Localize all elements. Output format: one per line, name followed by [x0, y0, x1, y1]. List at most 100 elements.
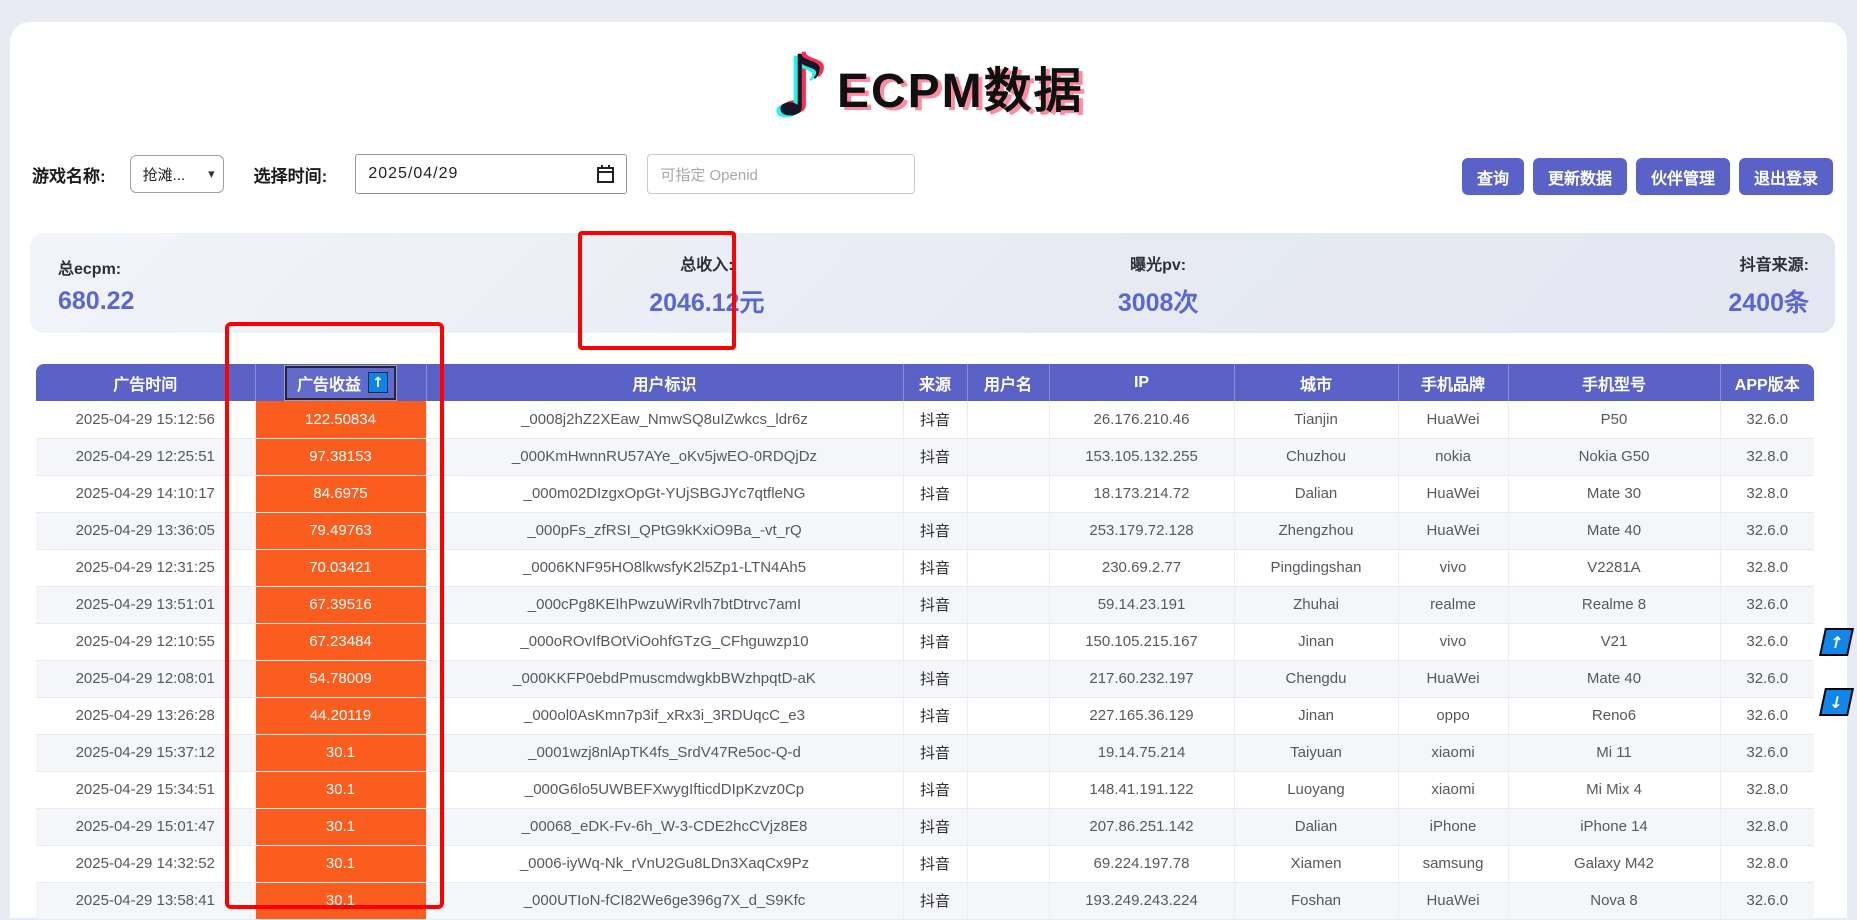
column-header-city: 城市	[1234, 364, 1398, 401]
cell-username	[967, 549, 1049, 586]
cell-app-version: 32.6.0	[1720, 623, 1814, 660]
cell-phone-brand: iPhone	[1398, 808, 1508, 845]
refresh-data-button[interactable]: 更新数据	[1533, 158, 1627, 195]
cell-app-version: 32.6.0	[1720, 660, 1814, 697]
table-header: 广告时间 广告收益 ↑ 用户标识 来源 用户名 IP 城市 手机品牌 手机型号 …	[36, 364, 1814, 401]
column-header-username: 用户名	[967, 364, 1049, 401]
cell-user-id: _00068_eDK-Fv-6h_W-3-CDE2hcCVjz8E8	[426, 808, 903, 845]
sort-label: 广告收益	[297, 371, 361, 395]
stat-label: 曝光pv:	[933, 251, 1384, 275]
column-header-ip: IP	[1049, 364, 1234, 401]
cell-source: 抖音	[903, 586, 967, 623]
cell-ad-time: 2025-04-29 15:01:47	[36, 808, 255, 845]
cell-app-version: 32.8.0	[1720, 845, 1814, 882]
cell-phone-model: iPhone 14	[1508, 808, 1720, 845]
sort-control[interactable]: 广告收益 ↑	[285, 366, 396, 400]
scroll-down-button[interactable]: ↓	[1819, 688, 1854, 716]
table-row: 2025-04-29 14:32:5230.1_0006-iyWq-Nk_rVn…	[36, 845, 1814, 882]
cell-ip: 153.105.132.255	[1049, 438, 1234, 475]
cell-ip: 227.165.36.129	[1049, 697, 1234, 734]
cell-ad-revenue: 30.1	[255, 808, 426, 845]
cell-user-id: _000KKFP0ebdPmuscmdwgkbBWzhpqtD-aK	[426, 660, 903, 697]
table-row: 2025-04-29 15:37:1230.1_0001wzj8nlApTK4f…	[36, 734, 1814, 771]
cell-user-id: _000oROvIfBOtViOohfGTzG_CFhguwzp10	[426, 623, 903, 660]
stat-label: 总ecpm:	[58, 255, 481, 279]
cell-ad-revenue: 97.38153	[255, 438, 426, 475]
query-button[interactable]: 查询	[1462, 158, 1524, 195]
cell-ip: 193.249.243.224	[1049, 882, 1234, 919]
cell-source: 抖音	[903, 882, 967, 919]
table-row: 2025-04-29 12:25:5197.38153_000KmHwnnRU5…	[36, 438, 1814, 475]
cell-ip: 18.173.214.72	[1049, 475, 1234, 512]
cell-phone-model: Reno6	[1508, 697, 1720, 734]
calendar-icon[interactable]	[597, 165, 614, 183]
column-header-phone-brand: 手机品牌	[1398, 364, 1508, 401]
table-row: 2025-04-29 12:08:0154.78009_000KKFP0ebdP…	[36, 660, 1814, 697]
table-row: 2025-04-29 13:26:2844.20119_000ol0AsKmn7…	[36, 697, 1814, 734]
game-select[interactable]: 抢滩... ▾	[130, 155, 224, 193]
cell-ad-time: 2025-04-29 12:10:55	[36, 623, 255, 660]
cell-ip: 230.69.2.77	[1049, 549, 1234, 586]
cell-username	[967, 734, 1049, 771]
table-row: 2025-04-29 13:51:0167.39516_000cPg8KEIhP…	[36, 586, 1814, 623]
cell-source: 抖音	[903, 845, 967, 882]
stat-total-revenue: 总收入: 2046.12元	[481, 247, 932, 319]
main-card: ♪ ECPM数据 游戏名称: 抢滩... ▾ 选择时间: 2025/04/29 …	[10, 22, 1847, 918]
cell-ad-time: 2025-04-29 13:26:28	[36, 697, 255, 734]
stat-value: 2046.12元	[481, 283, 932, 319]
logout-button[interactable]: 退出登录	[1739, 158, 1833, 195]
cell-phone-model: Mate 40	[1508, 660, 1720, 697]
cell-phone-brand: vivo	[1398, 623, 1508, 660]
cell-phone-model: Mate 30	[1508, 475, 1720, 512]
cell-user-id: _000cPg8KEIhPwzuWiRvlh7btDtrvc7amI	[426, 586, 903, 623]
table-row: 2025-04-29 14:10:1784.6975_000m02DIzgxOp…	[36, 475, 1814, 512]
cell-ad-time: 2025-04-29 12:08:01	[36, 660, 255, 697]
sort-ascending-icon[interactable]: ↑	[368, 372, 388, 393]
column-header-source: 来源	[903, 364, 967, 401]
cell-username	[967, 401, 1049, 438]
cell-username	[967, 882, 1049, 919]
openid-input[interactable]: 可指定 Openid	[647, 154, 915, 194]
table-row: 2025-04-29 12:31:2570.03421_0006KNF95HO8…	[36, 549, 1814, 586]
cell-username	[967, 512, 1049, 549]
cell-username	[967, 586, 1049, 623]
cell-ad-revenue: 67.39516	[255, 586, 426, 623]
cell-city: Zhuhai	[1234, 586, 1398, 623]
stat-total-ecpm: 总ecpm: 680.22	[30, 251, 481, 316]
cell-phone-model: Galaxy M42	[1508, 845, 1720, 882]
cell-app-version: 32.6.0	[1720, 882, 1814, 919]
cell-user-id: _0008j2hZ2XEaw_NmwSQ8uIZwkcs_ldr6z	[426, 401, 903, 438]
cell-source: 抖音	[903, 549, 967, 586]
cell-city: Foshan	[1234, 882, 1398, 919]
partner-manage-button[interactable]: 伙伴管理	[1636, 158, 1730, 195]
cell-ad-time: 2025-04-29 14:32:52	[36, 845, 255, 882]
cell-phone-model: V2281A	[1508, 549, 1720, 586]
cell-user-id: _0001wzj8nlApTK4fs_SrdV47Re5oc-Q-d	[426, 734, 903, 771]
cell-app-version: 32.6.0	[1720, 734, 1814, 771]
cell-phone-brand: nokia	[1398, 438, 1508, 475]
cell-app-version: 32.8.0	[1720, 808, 1814, 845]
game-select-value: 抢滩...	[143, 164, 186, 185]
cell-phone-model: P50	[1508, 401, 1720, 438]
date-input[interactable]: 2025/04/29	[355, 154, 627, 194]
chevron-down-icon: ▾	[208, 167, 215, 182]
cell-phone-brand: xiaomi	[1398, 734, 1508, 771]
scroll-up-button[interactable]: ↑	[1819, 628, 1854, 656]
cell-source: 抖音	[903, 660, 967, 697]
cell-app-version: 32.8.0	[1720, 771, 1814, 808]
cell-ad-revenue: 44.20119	[255, 697, 426, 734]
cell-app-version: 32.8.0	[1720, 549, 1814, 586]
stat-value: 2400条	[1384, 283, 1809, 319]
cell-username	[967, 475, 1049, 512]
cell-ip: 207.86.251.142	[1049, 808, 1234, 845]
cell-user-id: _000ol0AsKmn7p3if_xRx3i_3RDUqcC_e3	[426, 697, 903, 734]
cell-ad-revenue: 30.1	[255, 845, 426, 882]
cell-source: 抖音	[903, 623, 967, 660]
column-header-app-version: APP版本	[1720, 364, 1814, 401]
cell-ad-time: 2025-04-29 14:10:17	[36, 475, 255, 512]
cell-ip: 253.179.72.128	[1049, 512, 1234, 549]
data-table: 广告时间 广告收益 ↑ 用户标识 来源 用户名 IP 城市 手机品牌 手机型号 …	[36, 364, 1814, 920]
cell-username	[967, 808, 1049, 845]
cell-username	[967, 697, 1049, 734]
stat-label: 总收入:	[481, 251, 932, 275]
